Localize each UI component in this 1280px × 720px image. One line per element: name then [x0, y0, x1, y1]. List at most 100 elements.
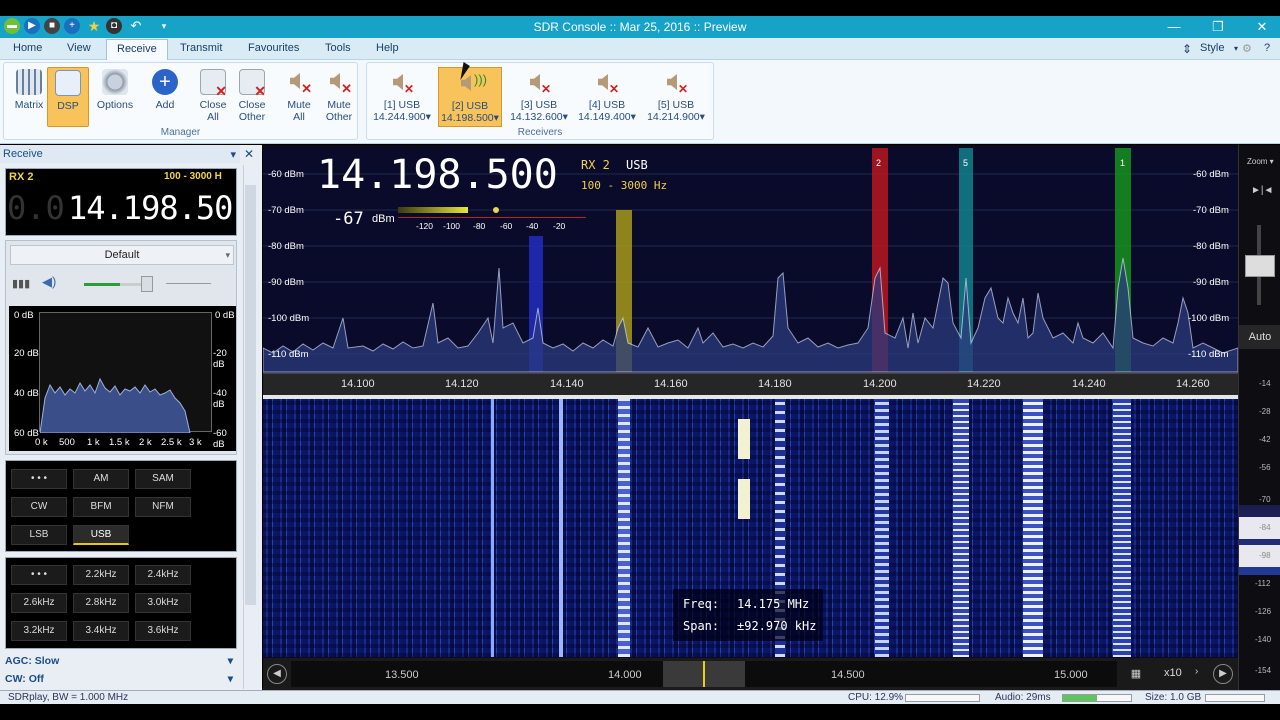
title-bar: ▬ ▶ ■ + ★ ◘ ↶ ▾ SDR Console :: Mar 25, 2…: [0, 16, 1280, 38]
overview-scale[interactable]: 13.500 14.000 14.500 15.000: [291, 661, 1117, 687]
tab-tools[interactable]: Tools: [325, 42, 351, 54]
cursor-tooltip: Freq: 14.175 MHz Span: ±92.970 kHz: [673, 589, 823, 641]
minimize-button[interactable]: —: [1164, 18, 1184, 36]
audio-x-label: 1 k: [87, 437, 100, 448]
tab-receive[interactable]: Receive: [106, 39, 168, 60]
main-frequency[interactable]: 14.198.500: [317, 152, 558, 198]
level-scale-label: -112: [1255, 579, 1271, 588]
fit-icon[interactable]: ►|◄: [1251, 185, 1273, 196]
mute-all-button[interactable]: ✕ Mute All: [278, 67, 320, 123]
tab-favourites[interactable]: Favourites: [248, 42, 299, 54]
agc-section[interactable]: AGC: Slow ▾: [5, 655, 237, 671]
chevron-right-icon[interactable]: ›: [1195, 666, 1198, 677]
frequency-axis[interactable]: 14.100 14.120 14.140 14.160 14.180 14.20…: [263, 373, 1238, 395]
mode-cw-button[interactable]: CW: [11, 497, 67, 517]
waterfall-trace: [559, 399, 563, 657]
close-other-button[interactable]: ✕ Close Other: [231, 67, 273, 123]
dsp-block: Default ▾ ▮▮▮ ◀) 0 dB 20 dB 40 dB 60 dB 0…: [5, 240, 237, 455]
receiver-marker-5[interactable]: 5: [963, 158, 968, 168]
overview-tick: 14.500: [831, 669, 865, 681]
receiver-3-button[interactable]: ✕ [3] USB 14.132.600▾: [507, 67, 571, 123]
db-label-right: -80 dBm: [1193, 241, 1229, 252]
filter-2-8-button[interactable]: 2.8kHz: [73, 593, 129, 613]
receivers-group: ✕ [1] USB 14.244.900▾ ))) [2] USB 14.198.500…: [366, 62, 714, 140]
receiver-4-button[interactable]: ✕ [4] USB 14.149.400▾: [575, 67, 639, 123]
filter-3-2-button[interactable]: 3.2kHz: [11, 621, 67, 641]
filter-3-4-button[interactable]: 3.4kHz: [73, 621, 129, 641]
cw-section[interactable]: CW: Off ▾: [5, 673, 237, 689]
options-button[interactable]: Options: [94, 67, 136, 111]
equalizer-icon[interactable]: ▮▮▮: [12, 277, 30, 290]
zoom-factor[interactable]: x10: [1164, 667, 1182, 679]
receivers-group-title: Receivers: [517, 127, 563, 138]
waterfall-display[interactable]: Freq: 14.175 MHz Span: ±92.970 kHz: [263, 399, 1238, 657]
chevron-down-icon: ▾: [225, 250, 230, 260]
balance-slider[interactable]: [166, 283, 211, 284]
mode-lsb-button[interactable]: LSB: [11, 525, 67, 545]
close-button[interactable]: ✕: [1252, 18, 1272, 36]
speaker-mute-icon: ✕: [595, 71, 619, 95]
freq-tick-label: 14.100: [341, 378, 375, 390]
style-menu[interactable]: Style: [1200, 42, 1224, 54]
receiver-1-button[interactable]: ✕ [1] USB 14.244.900▾: [370, 67, 434, 123]
dsp-button[interactable]: DSP: [47, 67, 89, 127]
help-icon[interactable]: ?: [1264, 42, 1270, 54]
filter-3-6-button[interactable]: 3.6kHz: [135, 621, 191, 641]
panel-scrollbar[interactable]: [243, 165, 257, 689]
level-scale-label: -98: [1259, 551, 1271, 560]
tab-home[interactable]: Home: [13, 42, 42, 54]
chevron-down-icon[interactable]: ▾: [1234, 44, 1238, 53]
tab-view[interactable]: View: [67, 42, 91, 54]
receiver-5-button[interactable]: ✕ [5] USB 14.214.900▾: [644, 67, 708, 123]
scroll-left-button[interactable]: ◀: [267, 664, 287, 684]
mode-sam-button[interactable]: SAM: [135, 469, 191, 489]
level-scale-label: -140: [1255, 635, 1272, 644]
tab-help[interactable]: Help: [376, 42, 399, 54]
volume-slider-thumb[interactable]: [141, 276, 153, 292]
mode-label: USB: [626, 158, 648, 172]
smeter-label: -20: [553, 221, 566, 231]
mute-other-button[interactable]: ✕ Mute Other: [318, 67, 360, 123]
add-button[interactable]: + Add: [144, 67, 186, 111]
frequency-display[interactable]: RX 2 100 - 3000 H 0.0 14.198.50: [5, 168, 237, 236]
scroll-right-button[interactable]: ▶: [1213, 664, 1233, 684]
spectrum-display[interactable]: 14.198.500 RX 2 USB 100 - 3000 Hz -67 dB…: [263, 148, 1238, 373]
mode-am-button[interactable]: AM: [73, 469, 129, 489]
range-slider-thumb[interactable]: [1245, 255, 1275, 277]
matrix-button[interactable]: Matrix: [8, 67, 50, 111]
keyboard-icon[interactable]: ▦: [1125, 664, 1147, 684]
filter-3-0-button[interactable]: 3.0kHz: [135, 593, 191, 613]
mode-more-button[interactable]: • • •: [11, 469, 67, 489]
window-title: SDR Console :: Mar 25, 2016 :: Preview: [533, 20, 747, 34]
receiver-marker-2[interactable]: 2: [876, 158, 881, 168]
chevron-down-icon[interactable]: ▾: [230, 148, 236, 161]
receiver-marker-1[interactable]: 1: [1120, 158, 1125, 168]
maximize-button[interactable]: ❐: [1208, 18, 1228, 36]
speaker-icon[interactable]: ◀): [42, 274, 56, 290]
filter-2-4-button[interactable]: 2.4kHz: [135, 565, 191, 585]
style-icon[interactable]: ⇕: [1182, 42, 1192, 56]
level-scale-label: -126: [1255, 607, 1272, 616]
filter-2-6-button[interactable]: 2.6kHz: [11, 593, 67, 613]
filter-2-2-button[interactable]: 2.2kHz: [73, 565, 129, 585]
freq-digits[interactable]: 14.198.50: [68, 189, 233, 227]
receiver-2-button[interactable]: ))) [2] USB 14.198.500▾: [438, 67, 502, 127]
preset-select[interactable]: Default ▾: [10, 245, 234, 265]
mode-bfm-button[interactable]: BFM: [73, 497, 129, 517]
smeter-label: -100: [443, 221, 461, 231]
audio-y-label: 40 dB: [14, 388, 39, 399]
mode-nfm-button[interactable]: NFM: [135, 497, 191, 517]
filter-more-button[interactable]: • • •: [11, 565, 67, 585]
auto-button[interactable]: Auto: [1239, 325, 1280, 349]
rx-label: RX 2: [9, 171, 34, 183]
close-all-button[interactable]: ✕ Close All: [192, 67, 234, 123]
close-panel-icon[interactable]: ✕: [244, 147, 254, 161]
tuned-marker: [703, 661, 705, 687]
zoom-menu[interactable]: Zoom ▾: [1247, 157, 1274, 166]
mode-usb-button[interactable]: USB: [73, 525, 129, 545]
scrollbar-thumb[interactable]: [245, 185, 256, 605]
gear-icon[interactable]: ⚙: [1242, 42, 1252, 55]
volume-slider[interactable]: [84, 283, 144, 286]
size-meter: [1205, 694, 1265, 702]
tab-transmit[interactable]: Transmit: [180, 42, 222, 54]
